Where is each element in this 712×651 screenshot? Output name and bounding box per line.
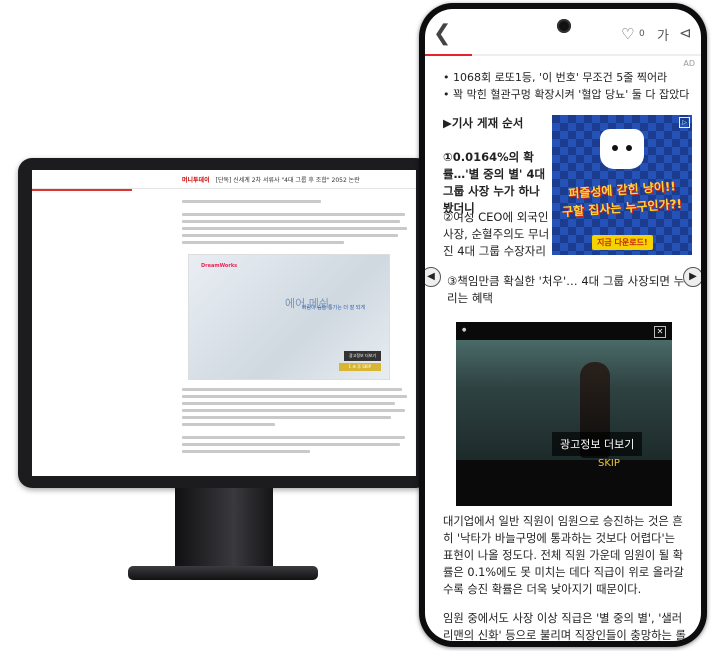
series-order-title: ▶기사 게재 순서 bbox=[443, 116, 524, 130]
font-size-button[interactable]: 가 bbox=[657, 25, 669, 44]
cat-icon bbox=[600, 129, 644, 169]
article-headline: [단독] 신세계 2차 서류사 "4대 그룹 후 조합" 2052 논란 bbox=[215, 176, 360, 184]
series-item-2[interactable]: ②여성 CEO에 외국인 사장, 순혈주의도 무너진 4대 그룹 수장자리 bbox=[443, 209, 551, 260]
video-ad[interactable]: ● ✕ 광고정보 더보기 SKIP bbox=[456, 322, 672, 506]
desktop-screen: 머니투데이 [단독] 신세계 2차 서류사 "4대 그룹 후 조합" 2052 … bbox=[32, 170, 416, 476]
list-item[interactable]: • 꽉 막힌 혈관구멍 확장시켜 '혈압 당뇨' 둘 다 잡았다 bbox=[443, 86, 689, 103]
heart-icon[interactable]: ♡ bbox=[621, 25, 634, 43]
share-icon[interactable]: ⊲ bbox=[679, 24, 692, 42]
reading-progress-fill bbox=[425, 54, 472, 56]
article-paragraph: 대기업에서 일반 직원이 임원으로 승진하는 것은 흔히 '낙타가 바늘구멍에 … bbox=[443, 515, 684, 596]
previous-article-button[interactable]: ◀ bbox=[425, 267, 441, 287]
close-icon[interactable]: ✕ bbox=[654, 326, 666, 338]
monitor-stand-neck bbox=[175, 488, 273, 568]
monitor-stand-base bbox=[128, 566, 318, 580]
series-item-1[interactable]: ①0.0164%의 확률…'별 중의 별' 4대 그룹 사장 누가 하나 봤더니 bbox=[443, 149, 551, 217]
image-subtitle: 바람이 숨술 통기는 더 잘 되게 bbox=[301, 305, 365, 311]
video-ad-info-button[interactable]: 광고정보 더보기 bbox=[552, 432, 643, 456]
image-brand: DreamWorks bbox=[201, 263, 238, 269]
next-article-button[interactable]: ▶ bbox=[683, 267, 701, 287]
article-paragraph: 임원 중에서도 사장 이상 직급은 '별 중의 별', '샐러리맨의 신화' 등… bbox=[443, 612, 686, 641]
smartphone: ❮ ♡ 0 가 ⊲ AD • 1068회 로또1등, '이 번호' 무조건 5줄… bbox=[419, 3, 707, 647]
download-button[interactable]: 지금 다운로드! bbox=[592, 235, 653, 250]
video-channel-label: ● bbox=[462, 327, 467, 333]
front-camera bbox=[557, 19, 571, 33]
video-skip-button[interactable]: SKIP bbox=[598, 458, 620, 469]
desktop-progress-bar bbox=[32, 189, 132, 191]
site-logo[interactable]: 머니투데이 bbox=[182, 175, 210, 184]
desktop-article-body: DreamWorks 에어 메쉬 바람이 숨술 통기는 더 잘 되게 광고정보 … bbox=[182, 196, 414, 457]
ad-info-button[interactable]: 광고정보 더보기 bbox=[343, 351, 381, 361]
game-banner-ad[interactable]: 퍼즐성에 갇힌 냥이!! 구할 집사는 누구인가?! 지금 다운로드! ▷ bbox=[552, 115, 692, 255]
phone-screen: ❮ ♡ 0 가 ⊲ AD • 1068회 로또1등, '이 번호' 무조건 5줄… bbox=[425, 9, 701, 641]
related-news-list: • 1068회 로또1등, '이 번호' 무조건 5줄 찍어라 • 꽉 막힌 혈… bbox=[443, 69, 689, 103]
series-item-3[interactable]: ③책임만큼 확실한 '처우'… 4대 그룹 사장되면 누리는 혜택 bbox=[447, 273, 691, 307]
like-count: 0 bbox=[639, 29, 645, 39]
list-item[interactable]: • 1068회 로또1등, '이 번호' 무조건 5줄 찍어라 bbox=[443, 69, 689, 86]
ad-choices-icon[interactable]: ▷ bbox=[679, 117, 690, 128]
reading-progress-bar bbox=[425, 54, 701, 56]
article-image-ad[interactable]: DreamWorks 에어 메쉬 바람이 숨술 통기는 더 잘 되게 광고정보 … bbox=[188, 254, 390, 380]
phone-top-bar: ❮ ♡ 0 가 ⊲ bbox=[425, 9, 701, 55]
skip-button[interactable]: 1 초 후 SKIP bbox=[338, 363, 381, 371]
desktop-monitor: 머니투데이 [단독] 신세계 2차 서류사 "4대 그룹 후 조합" 2052 … bbox=[18, 158, 430, 488]
ad-label: AD bbox=[683, 59, 695, 68]
chevron-left-icon[interactable]: ❮ bbox=[433, 23, 451, 45]
desktop-article-header: 머니투데이 [단독] 신세계 2차 서류사 "4대 그룹 후 조합" 2052 … bbox=[32, 170, 416, 189]
